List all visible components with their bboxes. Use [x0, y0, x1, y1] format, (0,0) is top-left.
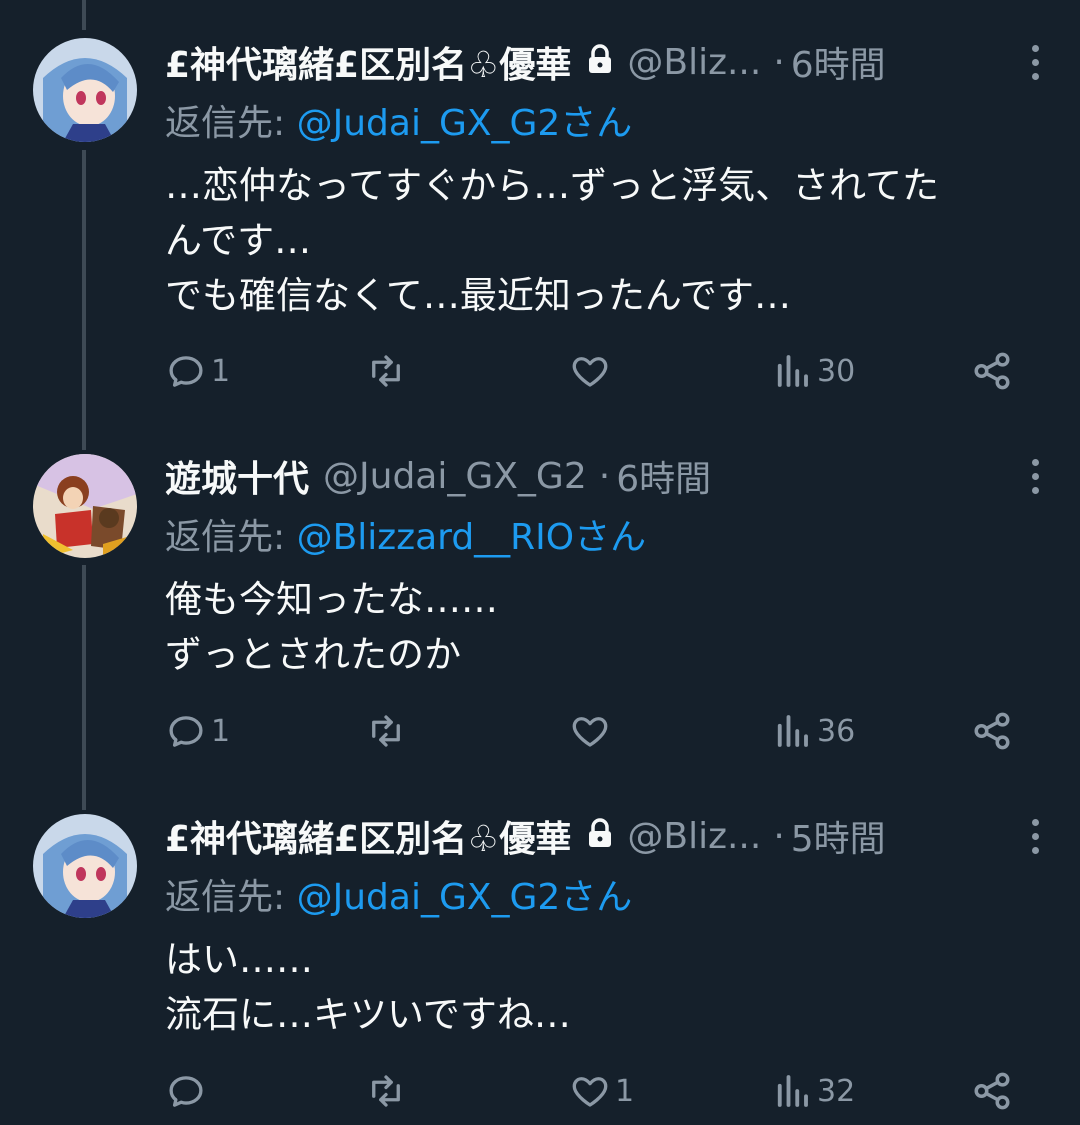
avatar[interactable]: [33, 454, 137, 558]
reply-mention-link[interactable]: @Judai_GX_G2さん: [297, 103, 633, 144]
reply-button[interactable]: 1: [165, 346, 230, 396]
reply-icon: [169, 1076, 203, 1107]
views-icon: [777, 715, 808, 747]
user-handle[interactable]: @Judai_GX_G2: [323, 456, 587, 497]
tweet-actions: 1 32: [165, 1066, 1025, 1116]
display-name[interactable]: £神代璃緒£区別名♧優華: [165, 36, 571, 88]
more-icon[interactable]: [1020, 38, 1050, 86]
heart-icon: [572, 717, 608, 747]
share-button[interactable]: [971, 706, 1013, 756]
reply-mention-link[interactable]: @Blizzard__RIOさん: [297, 517, 647, 558]
share-icon: [974, 352, 1010, 390]
user-handle[interactable]: @Bliz...: [627, 42, 761, 83]
reply-to: 返信先: @Blizzard__RIOさん: [165, 514, 1050, 562]
tweet-text: 俺も今知ったな…… ずっとされたのか: [165, 578, 498, 676]
tweet-actions: 1 30: [165, 346, 1025, 396]
tweet-actions: 1 36: [165, 706, 1025, 756]
share-button[interactable]: [971, 346, 1013, 396]
more-icon[interactable]: [1020, 452, 1050, 500]
heart-icon: [572, 357, 608, 387]
tweet[interactable]: £神代璃緒£区別名♧優華 @Bliz... · 5時間 返信先: @Judai_…: [0, 812, 1080, 1125]
separator-dot: ·: [598, 455, 611, 497]
tweet[interactable]: 遊城十代 @Judai_GX_G2 · 6時間 返信先: @Blizzard__…: [0, 452, 1080, 782]
like-button[interactable]: [569, 706, 615, 756]
reply-button[interactable]: [165, 1066, 211, 1116]
timestamp[interactable]: 6時間: [616, 450, 711, 502]
retweet-icon: [372, 1075, 400, 1107]
views-button[interactable]: 36: [771, 706, 855, 756]
user-handle[interactable]: @Bliz...: [627, 816, 761, 857]
reply-button[interactable]: 1: [165, 706, 230, 756]
views-icon: [777, 355, 808, 387]
display-name[interactable]: £神代璃緒£区別名♧優華: [165, 810, 571, 862]
more-icon[interactable]: [1020, 812, 1050, 860]
views-button[interactable]: 32: [771, 1066, 855, 1116]
like-button[interactable]: 1: [569, 1066, 634, 1116]
tweet-text: はい…… 流石に…キツいですね…: [165, 938, 571, 1036]
tweet-header: £神代璃緒£区別名♧優華 @Bliz... · 5時間: [165, 812, 1050, 860]
display-name[interactable]: 遊城十代: [165, 450, 309, 502]
reply-count: 1: [211, 713, 231, 749]
reply-icon: [169, 356, 203, 387]
tweet-header: 遊城十代 @Judai_GX_G2 · 6時間: [165, 452, 1050, 500]
retweet-button[interactable]: [365, 1066, 411, 1116]
reply-to-label: 返信先:: [165, 877, 286, 918]
reply-to: 返信先: @Judai_GX_G2さん: [165, 100, 1050, 148]
avatar[interactable]: [33, 814, 137, 918]
timestamp[interactable]: 6時間: [791, 36, 886, 88]
like-count: 1: [615, 1073, 635, 1109]
timestamp[interactable]: 5時間: [791, 810, 886, 862]
reply-to-label: 返信先:: [165, 517, 286, 558]
views-count: 32: [817, 1073, 856, 1109]
avatar[interactable]: [33, 38, 137, 142]
reply-to: 返信先: @Judai_GX_G2さん: [165, 874, 1050, 922]
retweet-button[interactable]: [365, 706, 411, 756]
share-icon: [974, 1072, 1010, 1110]
like-button[interactable]: [569, 346, 615, 396]
share-icon: [974, 712, 1010, 750]
reply-mention-link[interactable]: @Judai_GX_G2さん: [297, 877, 633, 918]
views-button[interactable]: 30: [771, 346, 855, 396]
retweet-icon: [372, 355, 400, 387]
separator-dot: ·: [773, 41, 785, 83]
lock-icon: [587, 42, 613, 83]
tweet[interactable]: £神代璃緒£区別名♧優華 @Bliz... · 6時間 返信先: @Judai_…: [0, 0, 1080, 420]
views-icon: [777, 1075, 808, 1107]
reply-count: 1: [211, 353, 231, 389]
separator-dot: ·: [773, 815, 785, 857]
share-button[interactable]: [971, 1066, 1013, 1116]
lock-icon: [587, 816, 613, 857]
reply-icon: [169, 716, 203, 747]
views-count: 36: [817, 713, 856, 749]
reply-to-label: 返信先:: [165, 103, 286, 144]
retweet-icon: [372, 715, 400, 747]
heart-icon: [572, 1077, 608, 1107]
tweet-header: £神代璃緒£区別名♧優華 @Bliz... · 6時間: [165, 38, 1050, 86]
retweet-button[interactable]: [365, 346, 411, 396]
views-count: 30: [817, 353, 856, 389]
tweet-text: …恋仲なってすぐから…ずっと浮気、されてた んです… でも確信なくて…最近知った…: [165, 164, 940, 317]
